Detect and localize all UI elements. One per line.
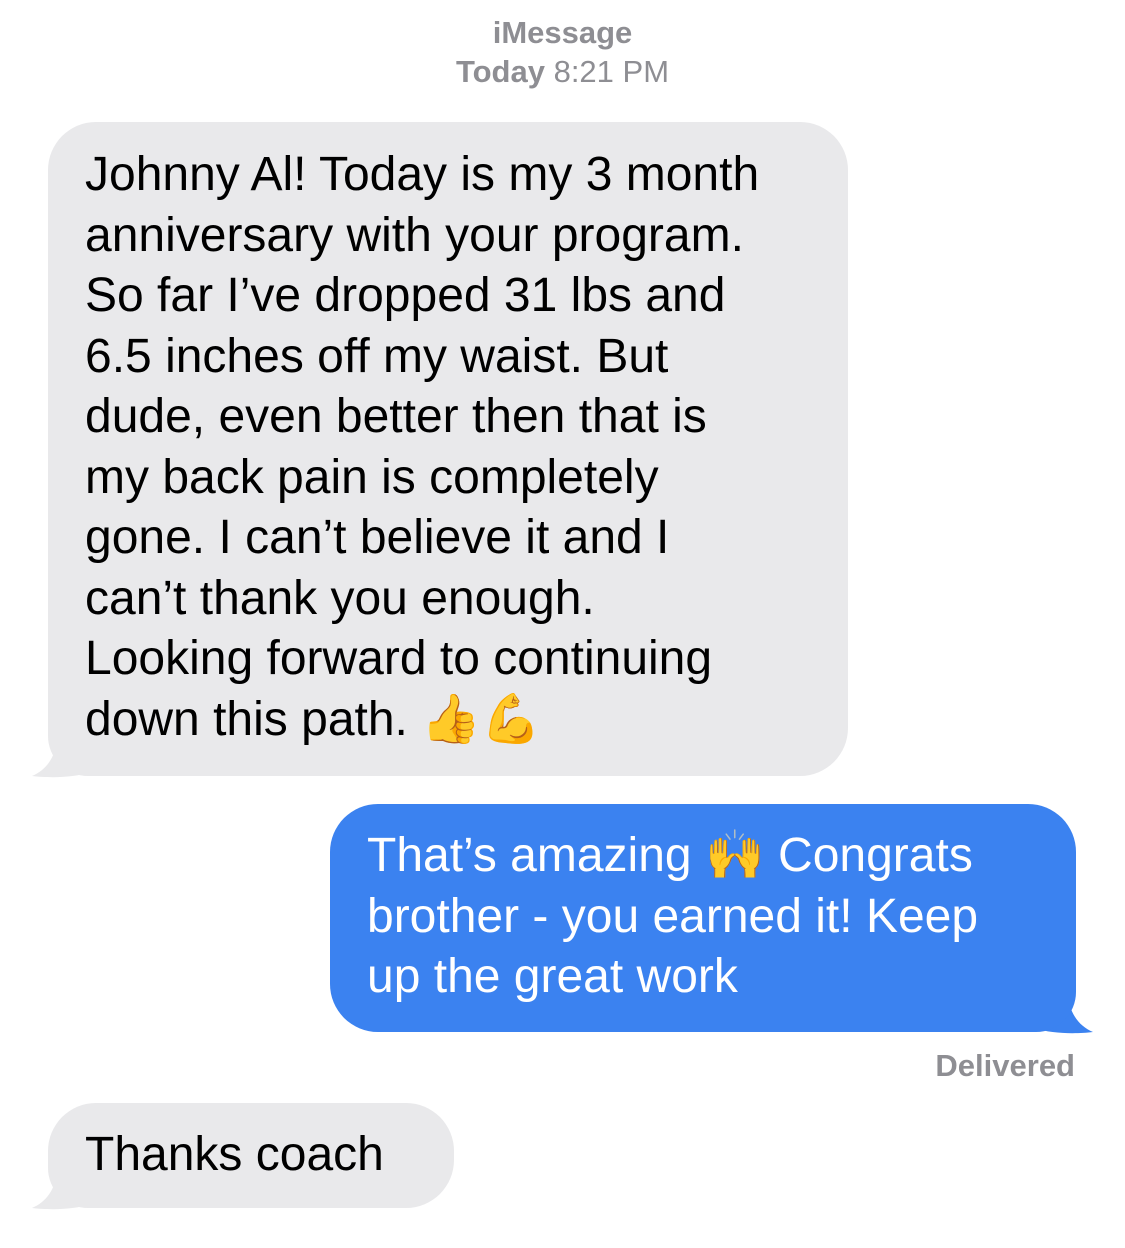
service-label: iMessage	[492, 15, 633, 50]
timestamp-day: Today	[455, 54, 545, 89]
timestamp-time: 8:21 PM	[553, 54, 670, 89]
timestamp: Today 8:21 PM	[0, 52, 1125, 92]
message-bubble-outgoing[interactable]: That’s amazing 🙌 Congrats brother - you …	[330, 804, 1076, 1032]
message-bubble-incoming[interactable]: Thanks coach	[48, 1103, 454, 1208]
message-bubble-incoming[interactable]: Johnny Al! Today is my 3 month anniversa…	[48, 122, 848, 776]
conversation-header: iMessage Today 8:21 PM	[0, 14, 1125, 92]
delivered-status: Delivered	[935, 1048, 1075, 1083]
